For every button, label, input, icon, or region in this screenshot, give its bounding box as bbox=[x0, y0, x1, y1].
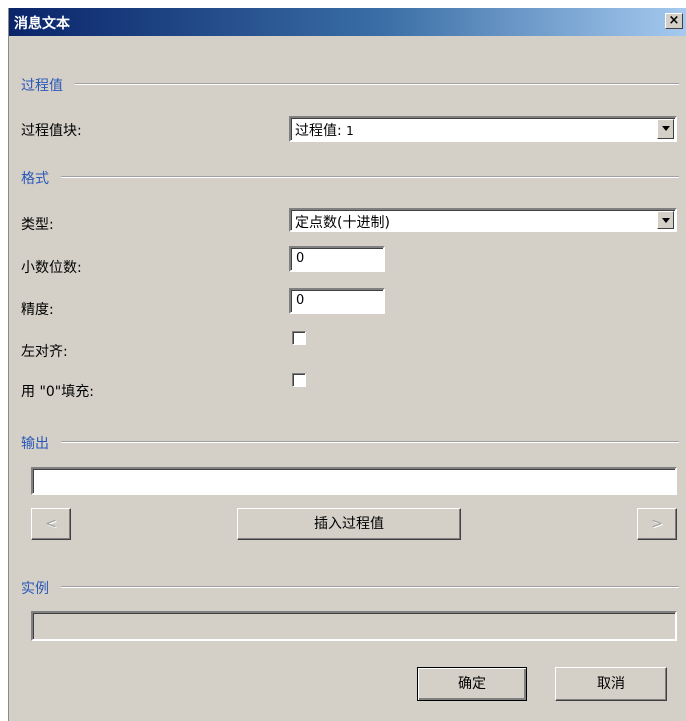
ok-button[interactable]: 确定 bbox=[417, 667, 527, 701]
process-value-block-selected: 过程值: 1 bbox=[295, 123, 354, 139]
section-output-title: 输出 bbox=[21, 436, 49, 452]
section-format: 格式 bbox=[21, 168, 679, 187]
type-select[interactable]: 定点数(十进制) bbox=[289, 208, 677, 232]
window-title: 消息文本 bbox=[14, 16, 70, 32]
previous-button[interactable]: < bbox=[31, 508, 71, 540]
section-format-title: 格式 bbox=[21, 171, 49, 187]
type-selected-value: 定点数(十进制) bbox=[295, 215, 390, 231]
section-process-value: 过程值 bbox=[21, 75, 679, 94]
chevron-down-icon[interactable] bbox=[657, 119, 674, 139]
zero-fill-checkbox[interactable] bbox=[292, 373, 306, 387]
section-example-title: 实例 bbox=[21, 581, 49, 597]
section-divider bbox=[61, 586, 679, 588]
process-value-block-label: 过程值块: bbox=[21, 123, 82, 139]
zero-fill-label: 用 "0"填充: bbox=[21, 384, 94, 400]
precision-input[interactable]: 0 bbox=[289, 288, 385, 314]
chevron-down-icon[interactable] bbox=[657, 211, 674, 229]
insert-process-value-button[interactable]: 插入过程值 bbox=[237, 508, 461, 540]
section-divider bbox=[61, 176, 679, 178]
cancel-button[interactable]: 取消 bbox=[555, 667, 667, 701]
message-text-dialog: 消息文本 × 过程值 过程值块: 过程值: 1 格式 类型: 定点数(十进制) … bbox=[8, 8, 686, 721]
output-text-input[interactable] bbox=[31, 467, 677, 495]
decimals-input[interactable]: 0 bbox=[289, 246, 385, 272]
title-bar[interactable]: 消息文本 × bbox=[9, 8, 686, 36]
section-divider bbox=[75, 83, 679, 85]
close-button[interactable]: × bbox=[665, 13, 683, 29]
section-divider bbox=[61, 441, 679, 443]
precision-label: 精度: bbox=[21, 302, 54, 318]
next-button[interactable]: > bbox=[637, 508, 677, 540]
left-align-checkbox[interactable] bbox=[292, 331, 306, 345]
decimals-label: 小数位数: bbox=[21, 260, 82, 276]
decimals-value: 0 bbox=[296, 251, 305, 266]
precision-value: 0 bbox=[296, 293, 305, 308]
section-process-value-title: 过程值 bbox=[21, 78, 63, 94]
example-preview-field bbox=[31, 611, 677, 641]
left-align-label: 左对齐: bbox=[21, 344, 68, 360]
section-output: 输出 bbox=[21, 433, 679, 452]
section-example: 实例 bbox=[21, 578, 679, 597]
type-label: 类型: bbox=[21, 217, 54, 233]
process-value-block-select[interactable]: 过程值: 1 bbox=[289, 116, 677, 142]
